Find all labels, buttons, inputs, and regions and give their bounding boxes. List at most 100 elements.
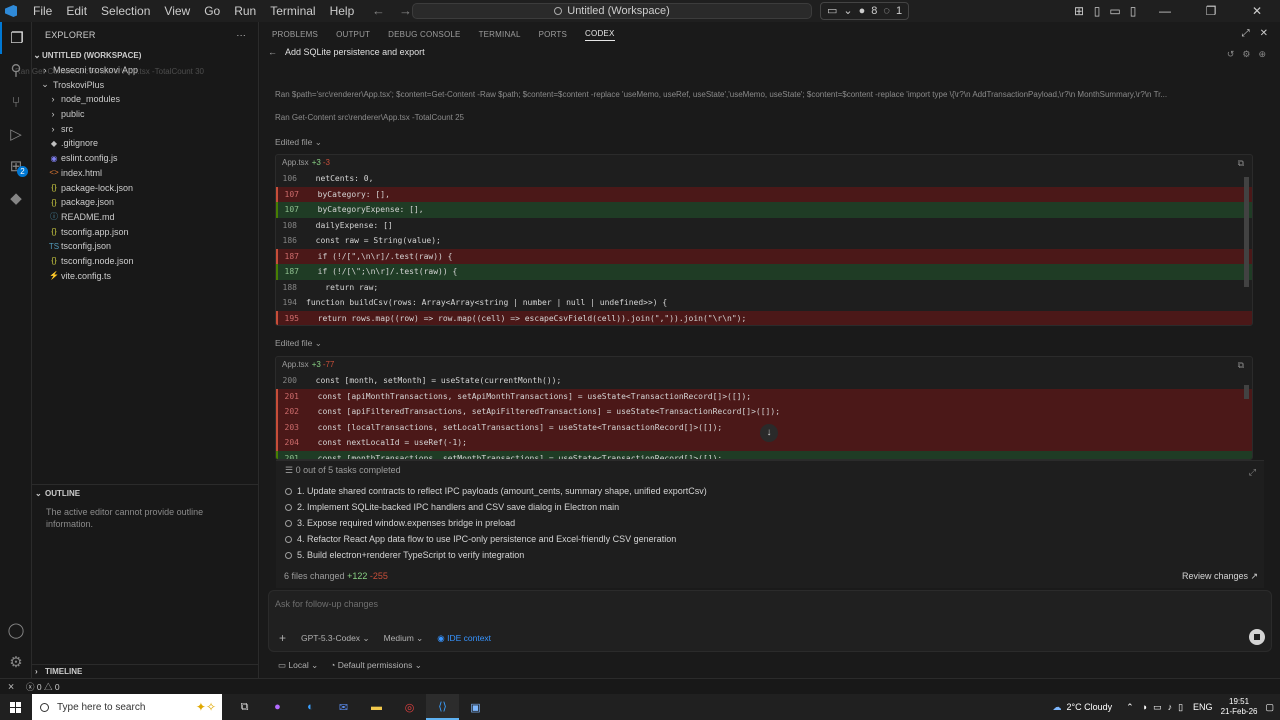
follow-up-input[interactable] [275, 597, 1175, 611]
model-selector[interactable]: GPT-5.3-Codex ⌄ [301, 633, 370, 644]
restore-icon[interactable]: ❐ [1188, 4, 1234, 18]
volume-icon[interactable]: ♪ [1168, 702, 1173, 712]
toggle-sidebar-icon[interactable]: ▯ [1088, 4, 1106, 18]
tree-folder[interactable]: › src [32, 121, 258, 136]
line-number: 107 [284, 189, 299, 199]
menu-view[interactable]: View [157, 0, 197, 22]
source-control-icon[interactable]: ⑂ [0, 86, 32, 118]
app-window-icon[interactable]: ▣ [459, 694, 492, 720]
clock[interactable]: 19:51 21-Feb-26 [1221, 697, 1258, 717]
tray-app-icon[interactable]: ◑ [1142, 702, 1147, 712]
environment-selector[interactable]: ▭ Local ⌄ [278, 660, 318, 671]
permissions-selector[interactable]: ◔ Default permissions ⌄ [330, 660, 422, 671]
tree-file[interactable]: <> index.html [32, 166, 258, 181]
tree-file[interactable]: TS tsconfig.json [32, 239, 258, 254]
scrollbar-thumb[interactable] [1244, 177, 1249, 287]
close-panel-icon[interactable]: ✕ [1260, 28, 1268, 39]
tree-folder[interactable]: › public [32, 107, 258, 122]
line-number: 194 [282, 298, 297, 308]
battery-icon[interactable]: ▯ [1178, 702, 1183, 713]
outline-header[interactable]: ⌄ OUTLINE [32, 484, 259, 502]
windows-start-icon[interactable] [0, 701, 30, 713]
remote-indicator-icon[interactable]: ⨯ [0, 681, 22, 692]
copy-icon[interactable]: ⧉ [1238, 156, 1244, 171]
explorer-icon[interactable]: ❐ [0, 22, 32, 54]
customize-layout-icon[interactable]: ⊞ [1070, 4, 1088, 18]
back-arrow-icon[interactable]: ← [372, 0, 385, 22]
tab-problems[interactable]: PROBLEMS [272, 30, 318, 39]
workspace-root[interactable]: ⌄ UNTITLED (WORKSPACE) [32, 48, 258, 63]
tree-file[interactable]: {} tsconfig.node.json [32, 254, 258, 269]
toggle-panel-icon[interactable]: ▭ [1106, 4, 1124, 18]
maximize-panel-icon[interactable]: ⤢ [1242, 28, 1250, 39]
back-arrow-icon[interactable]: ← [268, 47, 277, 57]
file-explorer-icon[interactable]: ▬ [360, 694, 393, 720]
tree-file[interactable]: {} package.json [32, 195, 258, 210]
new-chat-icon[interactable]: ⊕ [1258, 49, 1266, 60]
problems-status[interactable]: ⓧ 0 △ 0 [26, 681, 60, 693]
stop-button[interactable] [1249, 629, 1265, 645]
minimize-icon[interactable]: — [1142, 4, 1188, 18]
account-icon[interactable]: ◯ [0, 614, 32, 646]
command-center[interactable]: Untitled (Workspace) [412, 3, 812, 19]
tree-file[interactable]: ⓘ README.md [32, 210, 258, 225]
menu-terminal[interactable]: Terminal [263, 0, 322, 22]
task-view-icon[interactable]: ⧉ [228, 694, 261, 720]
scrollbar-thumb[interactable] [1244, 385, 1249, 399]
outlook-icon[interactable]: ✉ [327, 694, 360, 720]
toggle-secondary-sidebar-icon[interactable]: ▯ [1124, 4, 1142, 18]
scroll-down-icon[interactable]: ↓ [760, 424, 778, 442]
timeline-header[interactable]: › TIMELINE [32, 664, 259, 678]
tab-terminal[interactable]: TERMINAL [479, 30, 521, 39]
tab-debug-console[interactable]: DEBUG CONSOLE [388, 30, 460, 39]
forward-arrow-icon[interactable]: → [399, 0, 412, 22]
vscode-taskbar-icon[interactable]: ⟨⟩ [426, 694, 459, 720]
chrome-icon[interactable]: ◎ [393, 694, 426, 720]
tab-ports[interactable]: PORTS [539, 30, 567, 39]
diff-filename[interactable]: App.tsx [282, 158, 309, 167]
tree-folder[interactable]: › node_modules [32, 92, 258, 107]
tree-file[interactable]: ⚡ vite.config.ts [32, 268, 258, 283]
more-actions-icon[interactable]: ··· [236, 30, 246, 40]
copilot-status[interactable]: ▭ ⌄ ● 8 ◌ 1 [820, 2, 910, 20]
menu-help[interactable]: Help [323, 0, 362, 22]
copy-icon[interactable]: ⧉ [1238, 358, 1244, 373]
network-icon[interactable]: ▭ [1153, 702, 1162, 713]
settings-gear-icon[interactable]: ⚙ [0, 646, 32, 678]
edited-file-label-1[interactable]: Edited file ⌄ [275, 137, 322, 148]
run-debug-icon[interactable]: ▷ [0, 118, 32, 150]
history-icon[interactable]: ↺ [1227, 49, 1235, 60]
tree-file[interactable]: {} package-lock.json [32, 180, 258, 195]
tab-codex[interactable]: CODEX [585, 29, 615, 41]
extensions-badge: 2 [17, 166, 28, 177]
python-icon[interactable]: ◆ [0, 182, 32, 214]
menu-selection[interactable]: Selection [94, 0, 157, 22]
language-indicator[interactable]: ENG [1193, 702, 1213, 712]
menu-edit[interactable]: Edit [59, 0, 94, 22]
reasoning-selector[interactable]: Medium ⌄ [384, 633, 424, 644]
tab-output[interactable]: OUTPUT [336, 30, 370, 39]
menu-run[interactable]: Run [227, 0, 263, 22]
notifications-icon[interactable]: ▢ [1265, 702, 1274, 713]
expand-icon[interactable]: ⤢ [1249, 463, 1256, 481]
menu-go[interactable]: Go [197, 0, 227, 22]
extensions-icon[interactable]: ⊞ 2 [0, 150, 32, 182]
copilot-app-icon[interactable]: ● [261, 694, 294, 720]
diff-filename[interactable]: App.tsx [282, 360, 309, 369]
taskbar-search[interactable]: Type here to search ✦✧ [32, 694, 222, 720]
tree-folder[interactable]: ⌄ TroskoviPlus [32, 77, 258, 92]
review-changes-button[interactable]: Review changes ↗ [1182, 571, 1258, 582]
tree-file[interactable]: ◆ .gitignore [32, 136, 258, 151]
close-icon[interactable]: ✕ [1234, 4, 1280, 18]
edge-browser-icon[interactable]: ◐ [294, 694, 327, 720]
menu-file[interactable]: File [26, 0, 59, 22]
add-attachment-icon[interactable]: + [279, 631, 301, 645]
tree-file[interactable]: ◉ eslint.config.js [32, 151, 258, 166]
ide-context-toggle[interactable]: ◉ IDE context [437, 633, 491, 644]
edited-file-label-2[interactable]: Edited file ⌄ [275, 338, 322, 349]
tree-file[interactable]: {} tsconfig.app.json [32, 224, 258, 239]
tasks-header[interactable]: ☰ 0 out of 5 tasks completed ⤢ [276, 461, 1264, 479]
tray-chevron-icon[interactable]: ⌃ [1126, 702, 1134, 713]
settings-icon[interactable]: ⚙ [1242, 49, 1250, 60]
weather-text[interactable]: 2°C Cloudy [1066, 702, 1112, 712]
